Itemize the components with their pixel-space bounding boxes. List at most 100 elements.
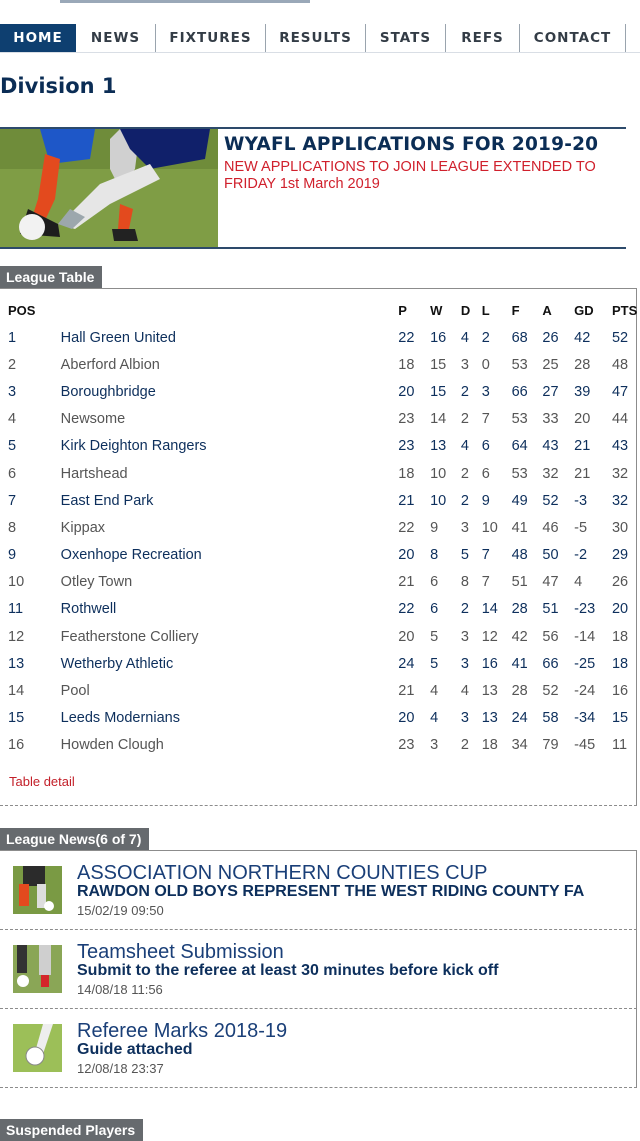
- pts-cell: 15: [611, 710, 629, 727]
- pos-cell: 14: [8, 683, 25, 700]
- played-cell: 23: [398, 737, 415, 754]
- pos-cell: 15: [8, 710, 25, 727]
- pts-cell: 29: [611, 547, 629, 564]
- drawn-cell: 2: [460, 465, 469, 482]
- team-cell[interactable]: Howden Clough: [61, 732, 399, 759]
- news-title[interactable]: Referee Marks 2018-19: [77, 1020, 287, 1043]
- nav-refs[interactable]: REFS: [446, 24, 520, 52]
- table-row: 3 Boroughbridge 20 15 2 3 66 27 39 47: [0, 378, 640, 405]
- table-row: 2 Aberford Albion 18 15 3 0 53 25 28 48: [0, 351, 640, 378]
- lost-cell: 7: [481, 411, 490, 428]
- played-cell: 20: [398, 628, 415, 645]
- won-cell: 10: [430, 492, 447, 509]
- nav-results[interactable]: RESULTS: [266, 24, 366, 52]
- lost-cell: 7: [481, 574, 490, 591]
- drawn-cell: 3: [460, 628, 469, 645]
- drawn-cell: 5: [460, 547, 469, 564]
- pos-cell: 11: [8, 601, 24, 618]
- team-cell[interactable]: Aberford Albion: [61, 351, 399, 378]
- played-cell: 22: [398, 601, 415, 618]
- pos-cell: 4: [8, 411, 17, 428]
- banner-headline[interactable]: WYAFL APPLICATIONS FOR 2019-20: [224, 134, 598, 155]
- top-strip: [0, 0, 640, 4]
- played-cell: 18: [398, 465, 415, 482]
- played-cell: 22: [398, 519, 415, 536]
- drawn-cell: 2: [460, 492, 469, 509]
- played-cell: 24: [398, 655, 415, 672]
- gd-cell: -2: [574, 547, 588, 564]
- col-f: F: [511, 302, 520, 318]
- lost-cell: 13: [481, 683, 498, 700]
- against-cell: 50: [542, 547, 559, 564]
- drawn-cell: 2: [460, 601, 469, 618]
- team-cell[interactable]: Leeds Modernians: [61, 705, 399, 732]
- pos-cell: 6: [8, 465, 17, 482]
- for-cell: 53: [511, 356, 528, 373]
- against-cell: 27: [542, 383, 559, 400]
- team-cell[interactable]: Newsome: [61, 406, 399, 433]
- for-cell: 34: [511, 737, 528, 754]
- played-cell: 20: [398, 710, 415, 727]
- pts-cell: 32: [611, 492, 629, 509]
- table-row: 14 Pool 21 4 4 13 28 52 -24 16: [0, 677, 640, 704]
- team-cell[interactable]: Kippax: [61, 514, 399, 541]
- won-cell: 3: [430, 737, 439, 754]
- against-cell: 58: [542, 710, 559, 727]
- team-cell[interactable]: Kirk Deighton Rangers: [61, 433, 399, 460]
- played-cell: 20: [398, 547, 415, 564]
- won-cell: 10: [430, 465, 447, 482]
- gd-cell: -24: [574, 683, 596, 700]
- news-date: 12/08/18 23:37: [77, 1061, 164, 1076]
- drawn-cell: 4: [460, 329, 469, 346]
- table-detail-link[interactable]: Table detail: [9, 774, 75, 789]
- drawn-cell: 2: [460, 737, 469, 754]
- col-pts: PTS: [611, 302, 638, 318]
- played-cell: 21: [398, 574, 415, 591]
- news-title[interactable]: Teamsheet Submission: [77, 941, 284, 964]
- team-cell[interactable]: East End Park: [61, 487, 399, 514]
- table-row: 5 Kirk Deighton Rangers 23 13 4 6 64 43 21 43: [0, 433, 640, 460]
- gd-cell: -14: [574, 628, 596, 645]
- team-cell[interactable]: Pool: [61, 677, 399, 704]
- nav-contact[interactable]: CONTACT: [520, 24, 626, 52]
- lost-cell: 6: [481, 465, 490, 482]
- col-w: W: [430, 302, 443, 318]
- lost-cell: 16: [481, 655, 498, 672]
- won-cell: 8: [430, 547, 439, 564]
- table-row: 13 Wetherby Athletic 24 5 3 16 41 66 -25 18: [0, 650, 640, 677]
- news-date: 15/02/19 09:50: [77, 903, 164, 918]
- gd-cell: 28: [574, 356, 591, 373]
- news-title[interactable]: ASSOCIATION NORTHERN COUNTIES CUP: [77, 862, 487, 885]
- against-cell: 51: [542, 601, 559, 618]
- team-cell[interactable]: Rothwell: [61, 596, 399, 623]
- team-cell[interactable]: Otley Town: [61, 569, 399, 596]
- won-cell: 6: [430, 601, 439, 618]
- lost-cell: 14: [481, 601, 498, 618]
- nav-fixtures[interactable]: FIXTURES: [156, 24, 266, 52]
- team-cell[interactable]: Hartshead: [61, 460, 399, 487]
- news-divider-2: [0, 1008, 637, 1009]
- lost-cell: 13: [481, 710, 498, 727]
- table-row: 11 Rothwell 22 6 2 14 28 51 -23 20: [0, 596, 640, 623]
- drawn-cell: 3: [460, 356, 469, 373]
- nav-home[interactable]: HOME: [0, 24, 76, 52]
- lost-cell: 12: [481, 628, 498, 645]
- news-banner[interactable]: WYAFL APPLICATIONS FOR 2019-20 NEW APPLI…: [0, 127, 626, 249]
- pos-cell: 3: [8, 383, 17, 400]
- team-cell[interactable]: Wetherby Athletic: [61, 650, 399, 677]
- nav-stats[interactable]: STATS: [366, 24, 446, 52]
- won-cell: 5: [430, 655, 439, 672]
- against-cell: 79: [542, 737, 559, 754]
- nav-news[interactable]: NEWS: [76, 24, 156, 52]
- team-cell[interactable]: Boroughbridge: [61, 378, 399, 405]
- lost-cell: 9: [481, 492, 490, 509]
- for-cell: 48: [511, 547, 528, 564]
- for-cell: 42: [511, 628, 528, 645]
- team-cell[interactable]: Hall Green United: [61, 324, 399, 351]
- team-cell[interactable]: Featherstone Colliery: [61, 623, 399, 650]
- against-cell: 47: [542, 574, 559, 591]
- played-cell: 20: [398, 383, 415, 400]
- team-cell[interactable]: Oxenhope Recreation: [61, 542, 399, 569]
- gd-cell: 21: [574, 465, 591, 482]
- for-cell: 41: [511, 655, 528, 672]
